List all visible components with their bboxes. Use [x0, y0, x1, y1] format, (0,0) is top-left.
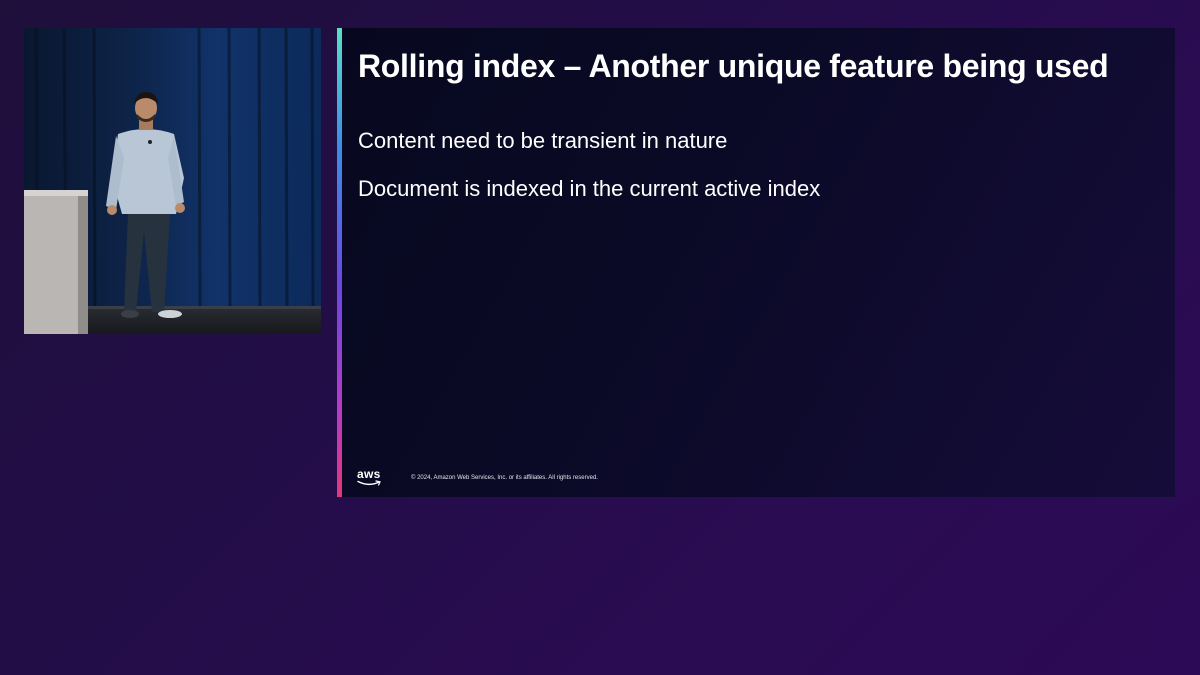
- aws-logo-text: aws: [357, 467, 381, 481]
- aws-logo: aws: [357, 468, 389, 487]
- slide-bullet-list: Content need to be transient in nature D…: [358, 128, 820, 224]
- copyright-notice: © 2024, Amazon Web Services, Inc. or its…: [411, 474, 598, 481]
- slide-footer: aws © 2024, Amazon Web Services, Inc. or…: [357, 468, 598, 487]
- speaker-video-feed: [24, 28, 321, 334]
- slide-title: Rolling index – Another unique feature b…: [358, 48, 1109, 84]
- slide-bullet-item: Content need to be transient in nature: [358, 128, 728, 153]
- slide-accent-bar: [337, 28, 342, 497]
- aws-smile-icon: [357, 480, 381, 486]
- presentation-slide: Rolling index – Another unique feature b…: [337, 28, 1175, 497]
- slide-bullet-item: Document is indexed in the current activ…: [358, 176, 821, 201]
- speaker-video-image: [24, 28, 321, 334]
